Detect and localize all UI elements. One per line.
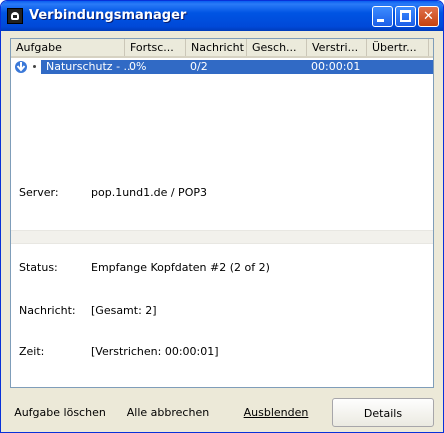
column-header-task[interactable]: Aufgabe: [11, 39, 125, 56]
time-label: Zeit:: [19, 345, 45, 358]
maximize-button[interactable]: [395, 6, 416, 27]
message-value: [Gesamt: 2]: [91, 304, 157, 317]
server-label: Server:: [19, 186, 59, 199]
title-bar[interactable]: Verbindungsmanager: [1, 1, 443, 31]
window-client-area: Aufgabe Fortsc... Nachricht Gesch... Ver…: [4, 31, 440, 430]
cancel-all-button[interactable]: Alle abbrechen: [118, 398, 218, 427]
connection-manager-window: Verbindungsmanager Aufgabe Fortsc... Nac…: [0, 0, 444, 433]
expand-bullet-icon[interactable]: [33, 65, 36, 68]
minimize-button[interactable]: [372, 6, 393, 27]
table-row[interactable]: Naturschutz - ... 0% 0/2 00:00:01: [11, 60, 433, 74]
details-button[interactable]: Details: [332, 398, 434, 427]
column-header-speed[interactable]: Gesch...: [247, 39, 307, 56]
download-arrow-icon: [15, 61, 27, 73]
message-label: Nachricht:: [19, 304, 76, 317]
column-header-transferred[interactable]: Übertr...: [367, 39, 429, 56]
delete-task-button[interactable]: Aufgabe löschen: [10, 398, 110, 427]
button-bar: Aufgabe löschen Alle abbrechen Ausblende…: [10, 398, 434, 428]
elapsed-cell: 00:00:01: [311, 60, 361, 73]
server-value: pop.1und1.de / POP3: [91, 186, 207, 199]
window-title: Verbindungsmanager: [29, 8, 187, 23]
time-value: [Verstrichen: 00:00:01]: [91, 345, 219, 358]
column-header-message[interactable]: Nachricht: [186, 39, 247, 56]
details-divider: [11, 230, 433, 244]
message-cell: 0/2: [190, 60, 208, 73]
close-button[interactable]: [418, 6, 439, 27]
task-name-cell: Naturschutz - ...: [46, 60, 135, 73]
status-label: Status:: [19, 261, 58, 274]
list-header: Aufgabe Fortsc... Nachricht Gesch... Ver…: [11, 39, 433, 58]
status-value: Empfange Kopfdaten #2 (2 of 2): [91, 261, 270, 274]
progress-cell: 0%: [129, 60, 147, 73]
hide-button[interactable]: Ausblenden: [226, 398, 326, 427]
column-header-elapsed[interactable]: Verstri...: [307, 39, 367, 56]
column-header-progress[interactable]: Fortsc...: [125, 39, 186, 56]
details-panel: Server: pop.1und1.de / POP3 Status: Empf…: [10, 176, 434, 388]
app-icon[interactable]: [7, 8, 23, 24]
